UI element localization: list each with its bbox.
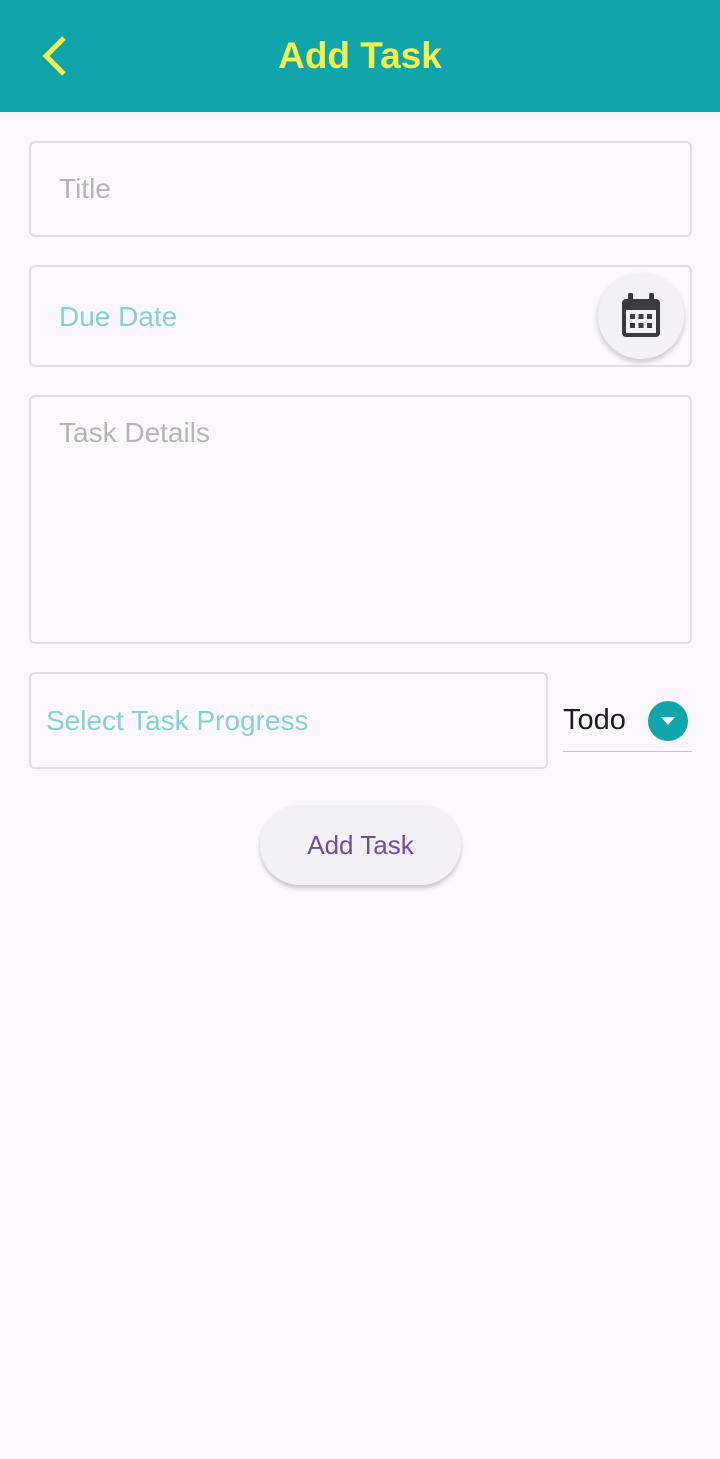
- task-progress-field[interactable]: Select Task Progress: [29, 672, 548, 769]
- arrow-drop-down-icon: [648, 701, 688, 741]
- task-details-input[interactable]: Task Details: [29, 395, 692, 644]
- title-placeholder: Title: [59, 173, 111, 204]
- calendar-icon: [622, 293, 660, 337]
- add-task-button[interactable]: Add Task: [260, 805, 461, 885]
- task-details-placeholder: Task Details: [59, 417, 210, 448]
- progress-dropdown-value: Todo: [563, 704, 626, 736]
- due-date-label: Due Date: [59, 301, 178, 332]
- page-title: Add Task: [278, 35, 442, 76]
- app-bar: Add Task: [0, 0, 720, 112]
- progress-dropdown[interactable]: Todo: [563, 696, 692, 752]
- due-date-field[interactable]: Due Date: [29, 265, 692, 367]
- task-progress-label: Select Task Progress: [46, 705, 309, 736]
- title-input[interactable]: Title: [29, 141, 692, 237]
- date-picker-button[interactable]: [598, 273, 684, 359]
